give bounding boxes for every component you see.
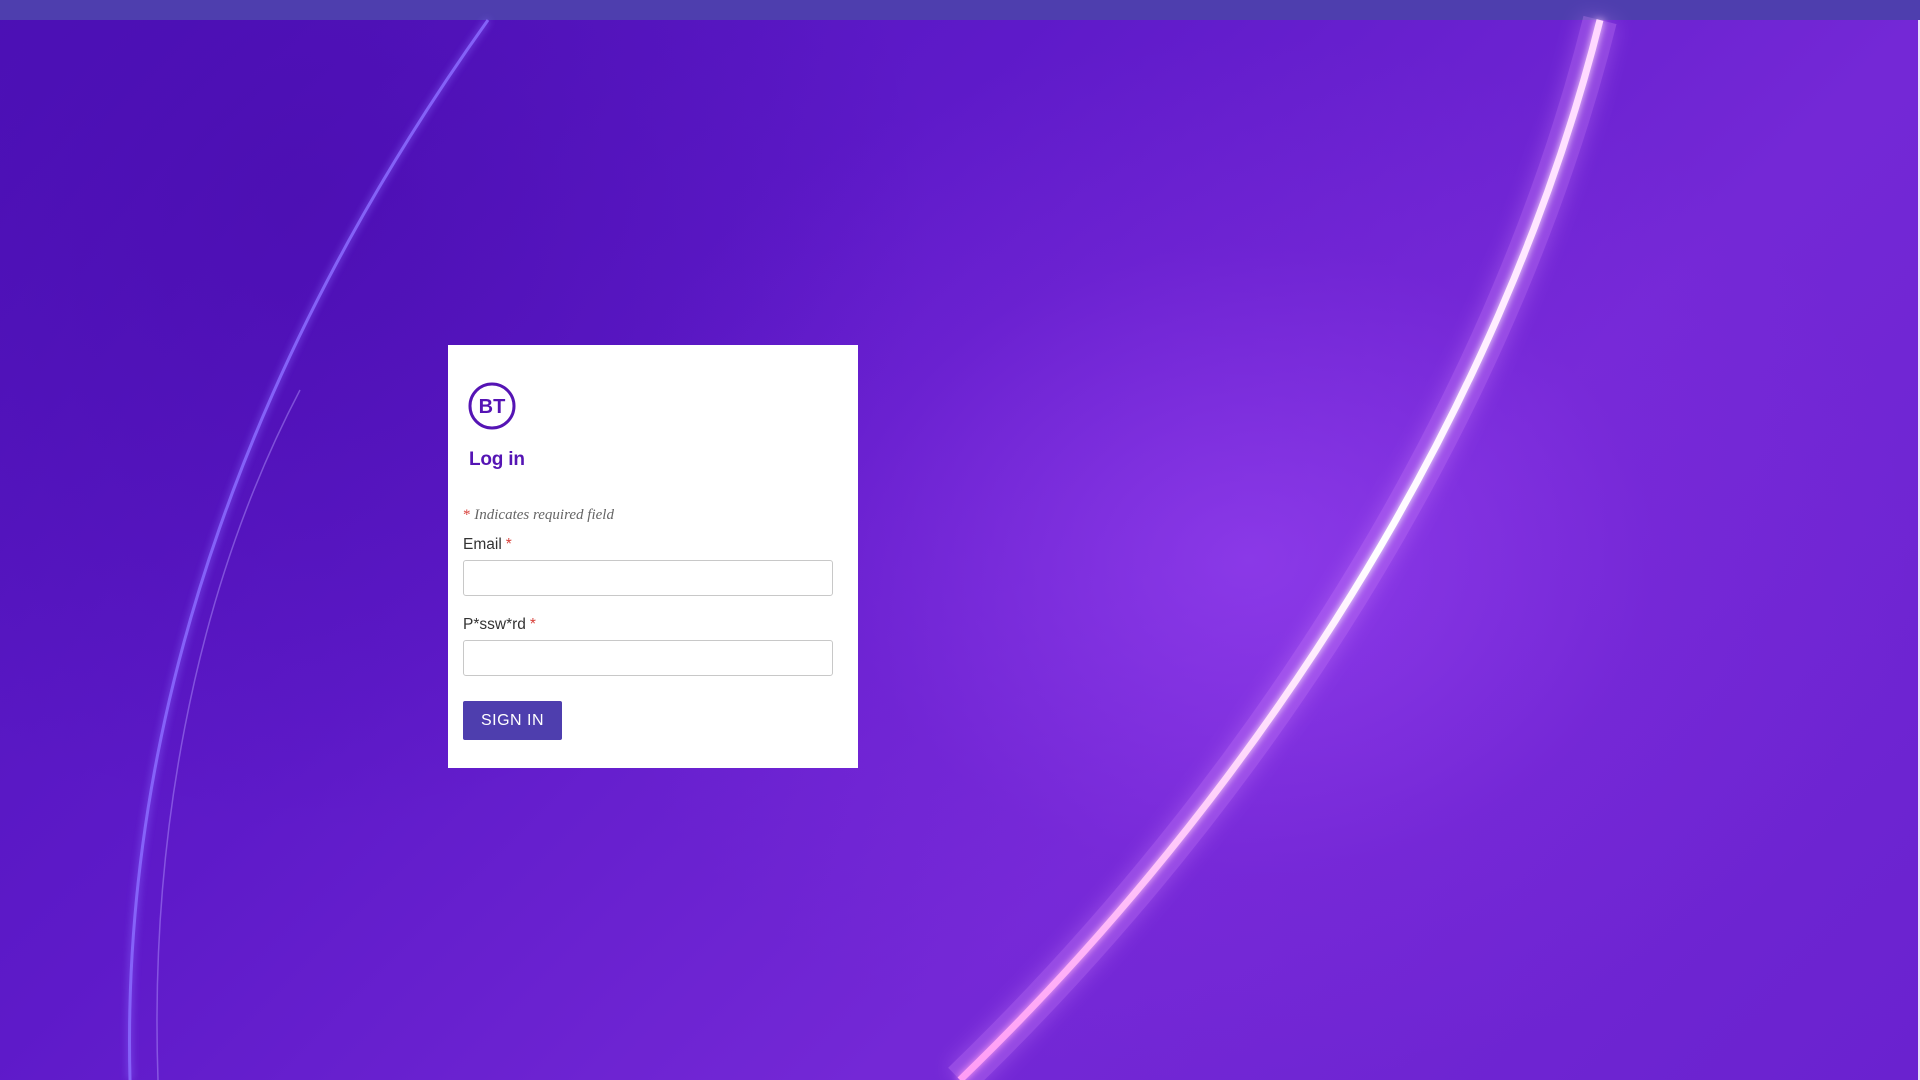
required-field-note: * Indicates required field [463,507,614,524]
email-input[interactable] [463,560,833,596]
page-title: Log in [469,449,525,470]
page-background: BT Log in * Indicates required field Ema… [0,0,1920,1080]
password-required-asterisk: * [529,616,536,633]
required-note-text: Indicates required field [474,507,614,523]
password-input[interactable] [463,640,833,676]
background-light-arcs [128,15,1617,1080]
login-card: BT Log in * Indicates required field Ema… [448,345,858,768]
bt-logo: BT [468,382,516,430]
sign-in-button[interactable]: SIGN IN [463,701,562,740]
password-label: P*ssw*rd * [463,616,536,634]
password-label-text: P*ssw*rd [463,616,526,633]
email-required-asterisk: * [505,536,512,553]
required-asterisk: * [463,507,471,523]
email-label-text: Email [463,536,502,553]
email-label: Email * [463,536,512,554]
bt-logo-text: BT [479,396,506,418]
